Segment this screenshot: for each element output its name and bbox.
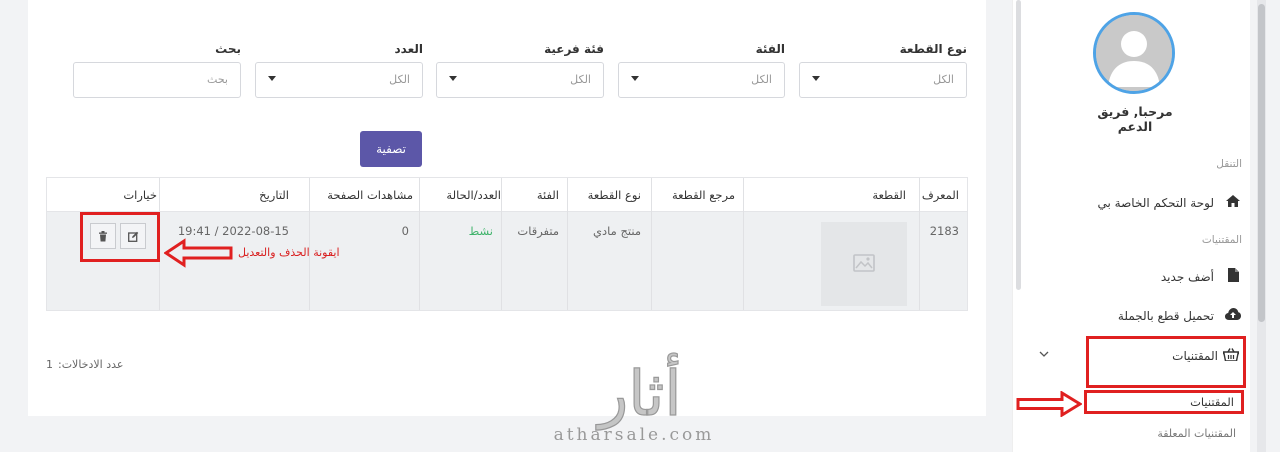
cell-category: متفرقات <box>517 224 559 238</box>
watermark: أثار atharsale.com <box>540 350 740 450</box>
section-navigation: التنقل <box>1216 158 1242 170</box>
entries-label: عدد الادخالات: <box>58 358 124 371</box>
annotation-label: ايقونة الحذف والتعديل <box>238 246 340 259</box>
header-item: القطعة <box>872 188 906 202</box>
cell-item-type: منتج مادي <box>593 224 641 238</box>
sidebar-scrollbar[interactable] <box>1016 0 1021 290</box>
avatar <box>1093 12 1175 94</box>
scrollbar-thumb[interactable] <box>1258 4 1265 322</box>
filter-label-category: الفئة <box>755 42 785 56</box>
subcategory-select-value: الكل <box>570 73 591 86</box>
file-icon <box>1228 268 1239 282</box>
watermark-url: atharsale.com <box>554 425 715 445</box>
table-header: المعرف القطعة مرجع القطعة نوع القطعة الف… <box>47 178 967 212</box>
filter-label-type: نوع القطعة <box>899 42 967 56</box>
header-date: التاريخ <box>259 188 289 202</box>
count-select[interactable]: الكل <box>255 62 423 98</box>
sidebar-item-bulk-upload[interactable]: تحميل قطع بالجملة <box>1118 309 1214 323</box>
cell-id: 2183 <box>929 224 959 238</box>
header-item-ref: مرجع القطعة <box>671 188 735 202</box>
filter-label-subcategory: فئة فرعية <box>544 42 604 56</box>
subcategory-select[interactable]: الكل <box>436 62 604 98</box>
cell-page-views: 0 <box>401 224 409 238</box>
cloud-upload-icon <box>1225 308 1241 320</box>
page-scrollbar[interactable] <box>1257 0 1266 452</box>
sidebar-subitem-products[interactable]: المقتنيات <box>1190 395 1234 409</box>
chevron-down-icon <box>449 76 457 81</box>
search-placeholder: بحث <box>207 73 228 86</box>
home-icon <box>1226 195 1240 207</box>
type-select-value: الكل <box>933 73 954 86</box>
chevron-down-icon[interactable] <box>1039 351 1049 357</box>
header-item-type: نوع القطعة <box>587 188 641 202</box>
type-select[interactable]: الكل <box>799 62 967 98</box>
filter-button[interactable]: تصفية <box>360 131 422 167</box>
entries-count: 1 <box>46 358 53 371</box>
cell-status: نشط <box>468 224 493 238</box>
image-icon <box>853 254 875 272</box>
annotation-box-products-menu <box>1086 336 1246 388</box>
basket-icon <box>1223 348 1239 361</box>
entries-count-value: 1 <box>46 358 53 371</box>
filter-label-count: العدد <box>394 42 423 56</box>
header-count-status: العدد/الحالة <box>446 188 501 202</box>
user-greeting: مرحبا, فريق الدعم <box>1097 104 1173 134</box>
item-thumbnail <box>821 222 907 306</box>
category-select-value: الكل <box>751 73 772 86</box>
sidebar-item-add-new[interactable]: أضف جديد <box>1161 270 1214 284</box>
sidebar-item-products[interactable]: المقتنيات <box>1172 349 1218 363</box>
header-options: خيارات <box>123 188 157 202</box>
arrow-right-icon <box>1016 391 1082 417</box>
chevron-down-icon <box>631 76 639 81</box>
category-select[interactable]: الكل <box>618 62 785 98</box>
header-id: المعرف <box>921 188 959 202</box>
chevron-down-icon <box>268 76 276 81</box>
watermark-logo: أثار atharsale.com <box>554 351 715 445</box>
sidebar-item-dashboard[interactable]: لوحة التحكم الخاصة بي <box>1098 196 1214 210</box>
arrow-left-icon <box>164 238 233 268</box>
section-products: المقتنيات <box>1201 234 1242 246</box>
watermark-logo-text: أثار <box>595 352 681 431</box>
header-page-views: مشاهدات الصفحة <box>327 188 413 202</box>
annotation-box-actions <box>80 212 160 262</box>
filter-label-search: بحث <box>215 42 241 56</box>
chevron-down-icon <box>812 76 820 81</box>
user-icon <box>1096 15 1172 91</box>
count-select-value: الكل <box>389 73 410 86</box>
header-category: الفئة <box>536 188 559 202</box>
search-input[interactable]: بحث <box>73 62 241 98</box>
cell-date: 2022-08-15 / 19:41 <box>177 224 289 238</box>
sidebar-subitem-pending[interactable]: المقتنيات المعلقة <box>1157 427 1236 440</box>
